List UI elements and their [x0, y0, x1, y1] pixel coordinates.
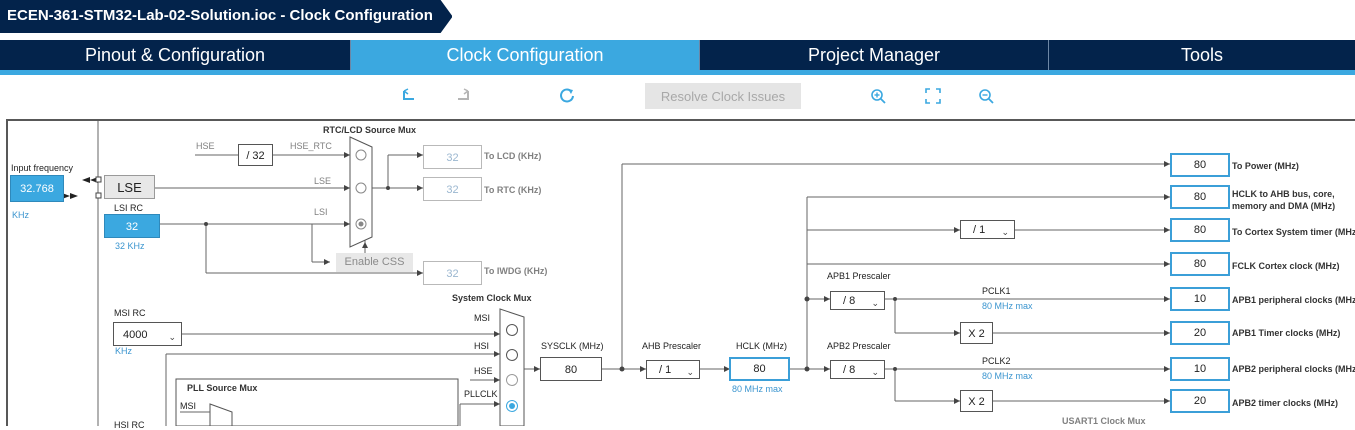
hclk-value[interactable]: 80 — [729, 357, 790, 381]
apb1-prescaler-label: APB1 Prescaler — [827, 271, 891, 281]
power-clock-value[interactable]: 80 — [1170, 153, 1230, 177]
pclk1-label: PCLK1 — [982, 286, 1011, 296]
chevron-down-icon: ⌄ — [686, 367, 694, 377]
msi-frequency-value: 4000 — [123, 329, 148, 341]
apb1-peripheral-value[interactable]: 10 — [1170, 287, 1230, 311]
apb2-timer-label: APB2 timer clocks (MHz) — [1232, 398, 1339, 408]
apb2-prescaler-select[interactable]: / 8 ⌄ — [830, 360, 885, 379]
lse-block[interactable]: LSE — [104, 175, 155, 199]
ahb-prescaler-value: / 1 — [659, 364, 672, 376]
hclk-label: HCLK (MHz) — [736, 341, 787, 351]
rtc-clock-value: 32 — [423, 177, 482, 201]
pclk2-label: PCLK2 — [982, 356, 1011, 366]
apb2-peripheral-value[interactable]: 10 — [1170, 357, 1230, 381]
mux-lsi-label: LSI — [314, 207, 328, 217]
rtc-clock-label: To RTC (KHz) — [484, 185, 542, 195]
cortex-timer-divider-value: / 1 — [973, 224, 986, 236]
lse-osc-arrows-icon — [62, 176, 102, 199]
input-frequency-unit: KHz — [12, 210, 30, 220]
iwdg-clock-label: To IWDG (KHz) — [484, 266, 548, 276]
apb2-prescaler-label: APB2 Prescaler — [827, 341, 891, 351]
input-frequency-label: Input frequency — [11, 163, 74, 173]
pll-msi-label: MSI — [180, 401, 197, 411]
pclk1-max: 80 MHz max — [982, 301, 1033, 311]
sysclk-label: SYSCLK (MHz) — [541, 341, 604, 351]
msi-rc-label: MSI RC — [114, 308, 146, 318]
apb2-timer-multiplier: X 2 — [960, 390, 993, 412]
sysclk-value: 80 — [540, 357, 602, 381]
apb1-peripheral-label: APB1 peripheral clocks (MHz) — [1232, 295, 1355, 305]
hclk-max: 80 MHz max — [732, 384, 783, 394]
hclk-ahb-label-2: memory and DMA (MHz) — [1232, 201, 1336, 211]
apb1-prescaler-select[interactable]: / 8 ⌄ — [830, 291, 885, 310]
enable-css-button[interactable]: Enable CSS — [336, 253, 413, 272]
input-frequency-field[interactable]: 32.768 — [10, 175, 64, 202]
lsi-rc-value: 32 — [104, 214, 160, 238]
mux-lse-label: LSE — [314, 176, 332, 186]
chevron-down-icon: ⌄ — [871, 298, 879, 308]
apb1-prescaler-value: / 8 — [843, 295, 856, 307]
sysmux-hsi-label: HSI — [474, 341, 490, 351]
lsi-unit: 32 KHz — [115, 241, 145, 251]
fclk-label: FCLK Cortex clock (MHz) — [1232, 261, 1340, 271]
apb1-timer-value[interactable]: 20 — [1170, 321, 1230, 345]
lcd-clock-label: To LCD (KHz) — [484, 151, 542, 161]
lcd-clock-value: 32 — [423, 145, 482, 169]
apb2-peripheral-label: APB2 peripheral clocks (MHz) — [1232, 364, 1355, 374]
hse-rtc-label: HSE_RTC — [290, 141, 332, 151]
ahb-prescaler-label: AHB Prescaler — [642, 341, 702, 351]
pclk2-max: 80 MHz max — [982, 371, 1033, 381]
rtc-mux-label: RTC/LCD Source Mux — [323, 125, 417, 135]
cortex-timer-divider-select[interactable]: / 1 ⌄ — [960, 220, 1015, 239]
cortex-timer-label: To Cortex System timer (MHz) — [1232, 227, 1355, 237]
cortex-timer-value[interactable]: 80 — [1170, 218, 1230, 242]
apb2-prescaler-value: / 8 — [843, 364, 856, 376]
apb2-timer-value[interactable]: 20 — [1170, 389, 1230, 413]
lsi-rc-label: LSI RC — [114, 203, 144, 213]
pll-source-mux-label: PLL Source Mux — [187, 383, 258, 393]
system-clock-mux-label: System Clock Mux — [452, 293, 532, 303]
iwdg-clock-value: 32 — [423, 261, 482, 285]
fclk-value[interactable]: 80 — [1170, 252, 1230, 276]
usart1-clock-mux-label: USART1 Clock Mux — [1062, 416, 1146, 426]
hclk-ahb-label: HCLK to AHB bus, core, — [1232, 189, 1335, 199]
hse-rtc-divider[interactable]: / 32 — [238, 144, 273, 166]
apb1-timer-label: APB1 Timer clocks (MHz) — [1232, 328, 1341, 338]
msi-frequency-select[interactable]: 4000 ⌄ — [113, 322, 182, 346]
ahb-prescaler-select[interactable]: / 1 ⌄ — [646, 360, 700, 379]
chevron-down-icon: ⌄ — [1001, 227, 1009, 237]
hclk-ahb-value[interactable]: 80 — [1170, 185, 1230, 209]
power-clock-label: To Power (MHz) — [1232, 161, 1299, 171]
msi-unit: KHz — [115, 346, 133, 356]
sysmux-msi-label: MSI — [474, 313, 491, 323]
sysmux-pllclk-label: PLLCLK — [464, 389, 498, 399]
hse-label: HSE — [196, 141, 215, 151]
chevron-down-icon: ⌄ — [871, 367, 879, 377]
apb1-timer-multiplier: X 2 — [960, 322, 993, 344]
sysmux-hse-label: HSE — [474, 366, 493, 376]
hsi-rc-label: HSI RC — [114, 420, 145, 430]
chevron-down-icon: ⌄ — [168, 332, 176, 342]
